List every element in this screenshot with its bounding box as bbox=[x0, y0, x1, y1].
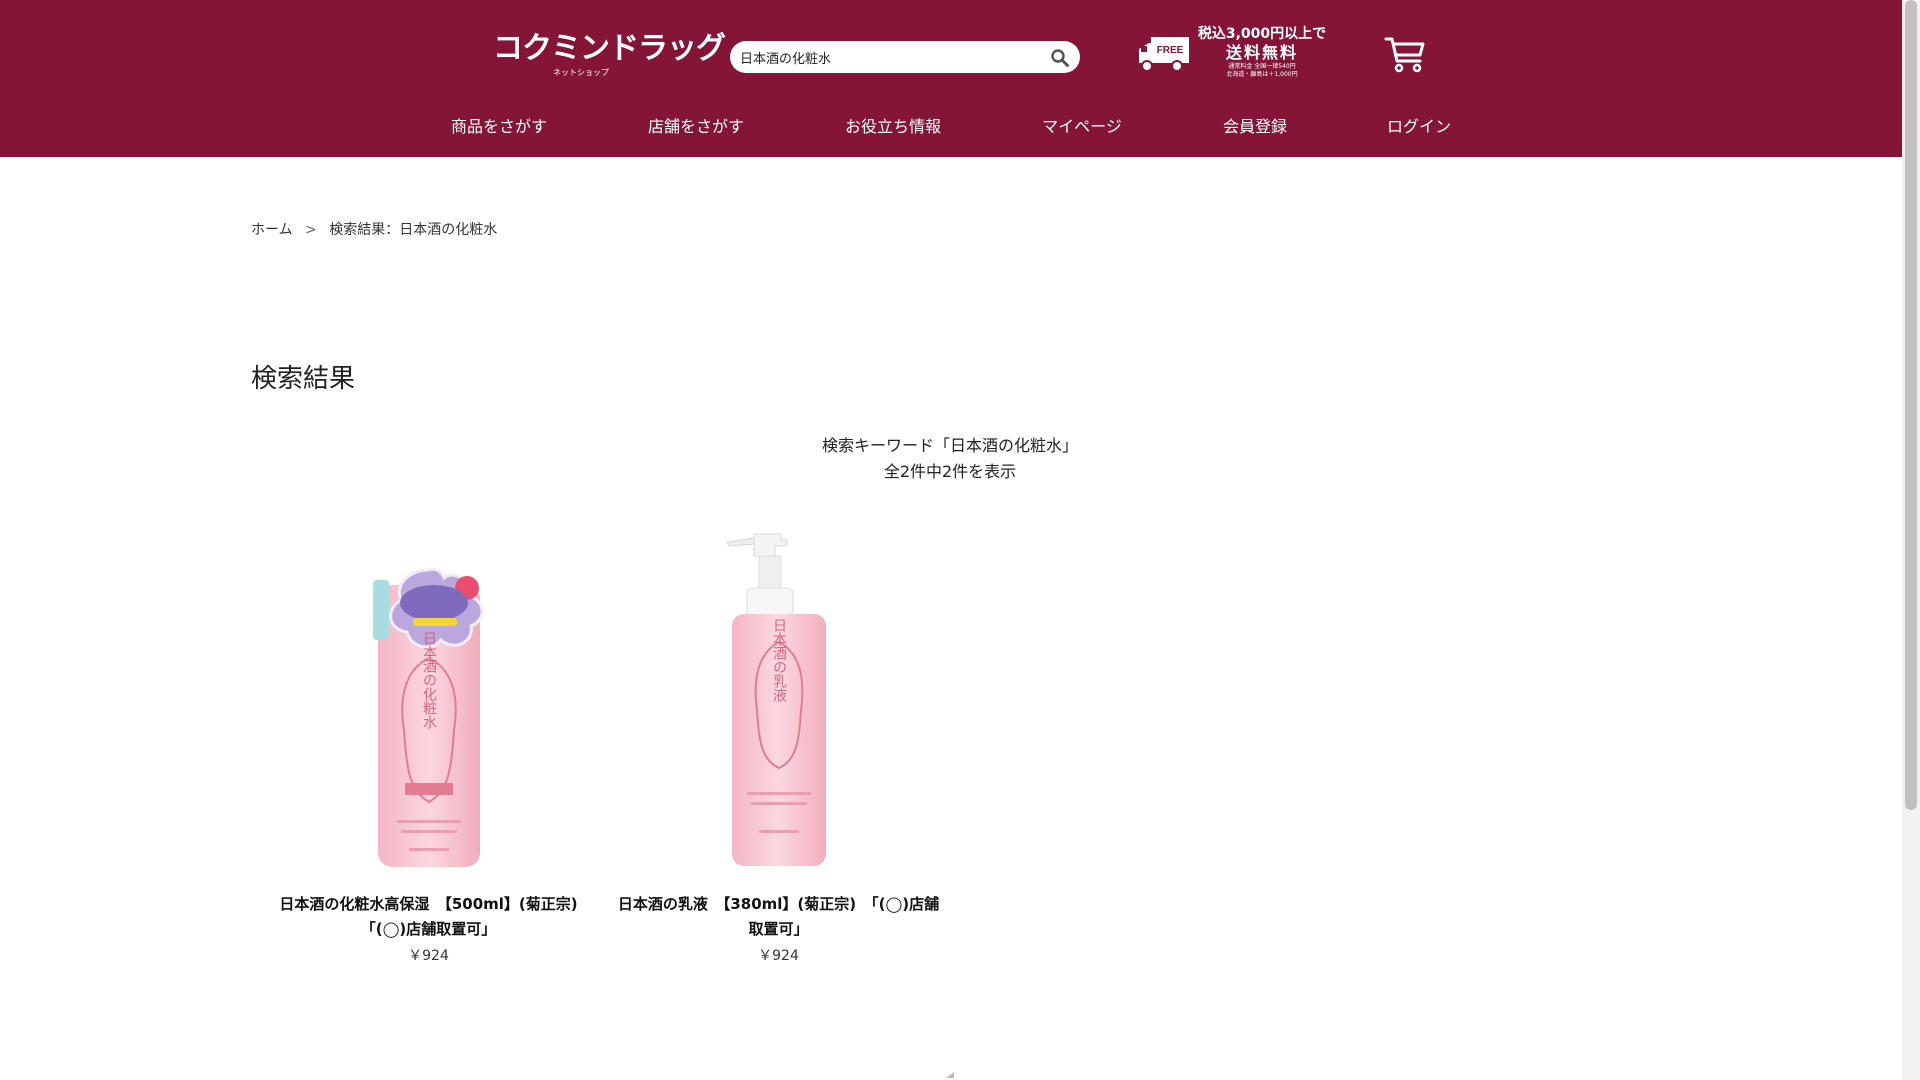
product-price: ￥924 bbox=[758, 948, 799, 964]
product-image[interactable]: 日本酒の化粧水 bbox=[349, 530, 509, 870]
result-count-line: 全2件中2件を表示 bbox=[883, 462, 1017, 481]
search-icon[interactable] bbox=[1050, 48, 1070, 68]
logo-text: コクミンドラッグ bbox=[493, 31, 726, 66]
product-name[interactable]: 日本酒の乳液 【380ml】(菊正宗) 「(◯)店舗取置可」 bbox=[606, 892, 951, 942]
site-logo[interactable]: コクミンドラッグ ネットショップ bbox=[493, 31, 726, 79]
svg-text:日本酒の乳液: 日本酒の乳液 bbox=[771, 618, 787, 702]
breadcrumb-current: 検索結果：日本酒の化粧水 bbox=[329, 222, 498, 238]
breadcrumb-home[interactable]: ホーム bbox=[251, 222, 293, 238]
nav-search-products[interactable]: 商品をさがす bbox=[451, 114, 547, 140]
nav-register[interactable]: 会員登録 bbox=[1223, 114, 1287, 140]
shipping-line4: 北海道・離島は＋1,000円 bbox=[1226, 71, 1298, 78]
search-input[interactable] bbox=[740, 41, 1040, 73]
breadcrumb-separator: > bbox=[305, 222, 317, 238]
search-keyword-line: 検索キーワード「日本酒の化粧水」 bbox=[821, 436, 1078, 455]
product-image[interactable]: 日本酒の乳液 bbox=[699, 530, 859, 870]
cart-icon[interactable] bbox=[1384, 33, 1426, 75]
vertical-scrollbar[interactable] bbox=[1902, 0, 1920, 1080]
delivery-truck-icon: FREE bbox=[1139, 37, 1189, 72]
free-badge: FREE bbox=[1157, 45, 1184, 56]
shipping-line2: 送料無料 bbox=[1225, 43, 1298, 62]
svg-text:日本酒の化粧水: 日本酒の化粧水 bbox=[421, 631, 437, 729]
nav-useful-info[interactable]: お役立ち情報 bbox=[845, 114, 941, 140]
site-header: コクミンドラッグ ネットショップ FREE 税込3,000円以上で 送料無料 通… bbox=[0, 0, 1902, 157]
product-card[interactable]: 日本酒の乳液 日本酒の乳液 【380ml】(菊正宗) 「(◯)店舗取置可」 ￥9… bbox=[606, 530, 951, 968]
search-summary: 検索キーワード「日本酒の化粧水」 全2件中2件を表示 bbox=[650, 433, 1250, 485]
logo-subtext: ネットショップ bbox=[553, 68, 609, 77]
nav-login[interactable]: ログイン bbox=[1387, 114, 1451, 140]
product-price: ￥924 bbox=[408, 948, 449, 964]
free-shipping-notice: 税込3,000円以上で 送料無料 通常料金 全国一律540円 北海道・離島は＋1… bbox=[1192, 25, 1332, 85]
shipping-line1: 税込3,000円以上で bbox=[1197, 26, 1327, 42]
product-name[interactable]: 日本酒の化粧水高保湿 【500ml】(菊正宗) 「(◯)店舗取置可」 bbox=[256, 892, 601, 942]
nav-my-page[interactable]: マイページ bbox=[1042, 114, 1122, 140]
main-nav: 商品をさがす 店舗をさがす お役立ち情報 マイページ 会員登録 ログイン bbox=[0, 114, 1902, 142]
product-card[interactable]: 日本酒の化粧水 日本酒の化粧水高保湿 【500ml】(菊正宗) 「(◯)店舗取置… bbox=[256, 530, 601, 968]
breadcrumb: ホーム > 検索結果：日本酒の化粧水 bbox=[251, 219, 497, 239]
nav-find-stores[interactable]: 店舗をさがす bbox=[648, 114, 744, 140]
page-title: 検索結果 bbox=[251, 364, 356, 394]
search-box bbox=[730, 41, 1080, 73]
resize-grip-icon bbox=[946, 1072, 954, 1078]
scrollbar-thumb[interactable] bbox=[1905, 0, 1917, 810]
shipping-line3: 通常料金 全国一律540円 bbox=[1228, 63, 1296, 70]
